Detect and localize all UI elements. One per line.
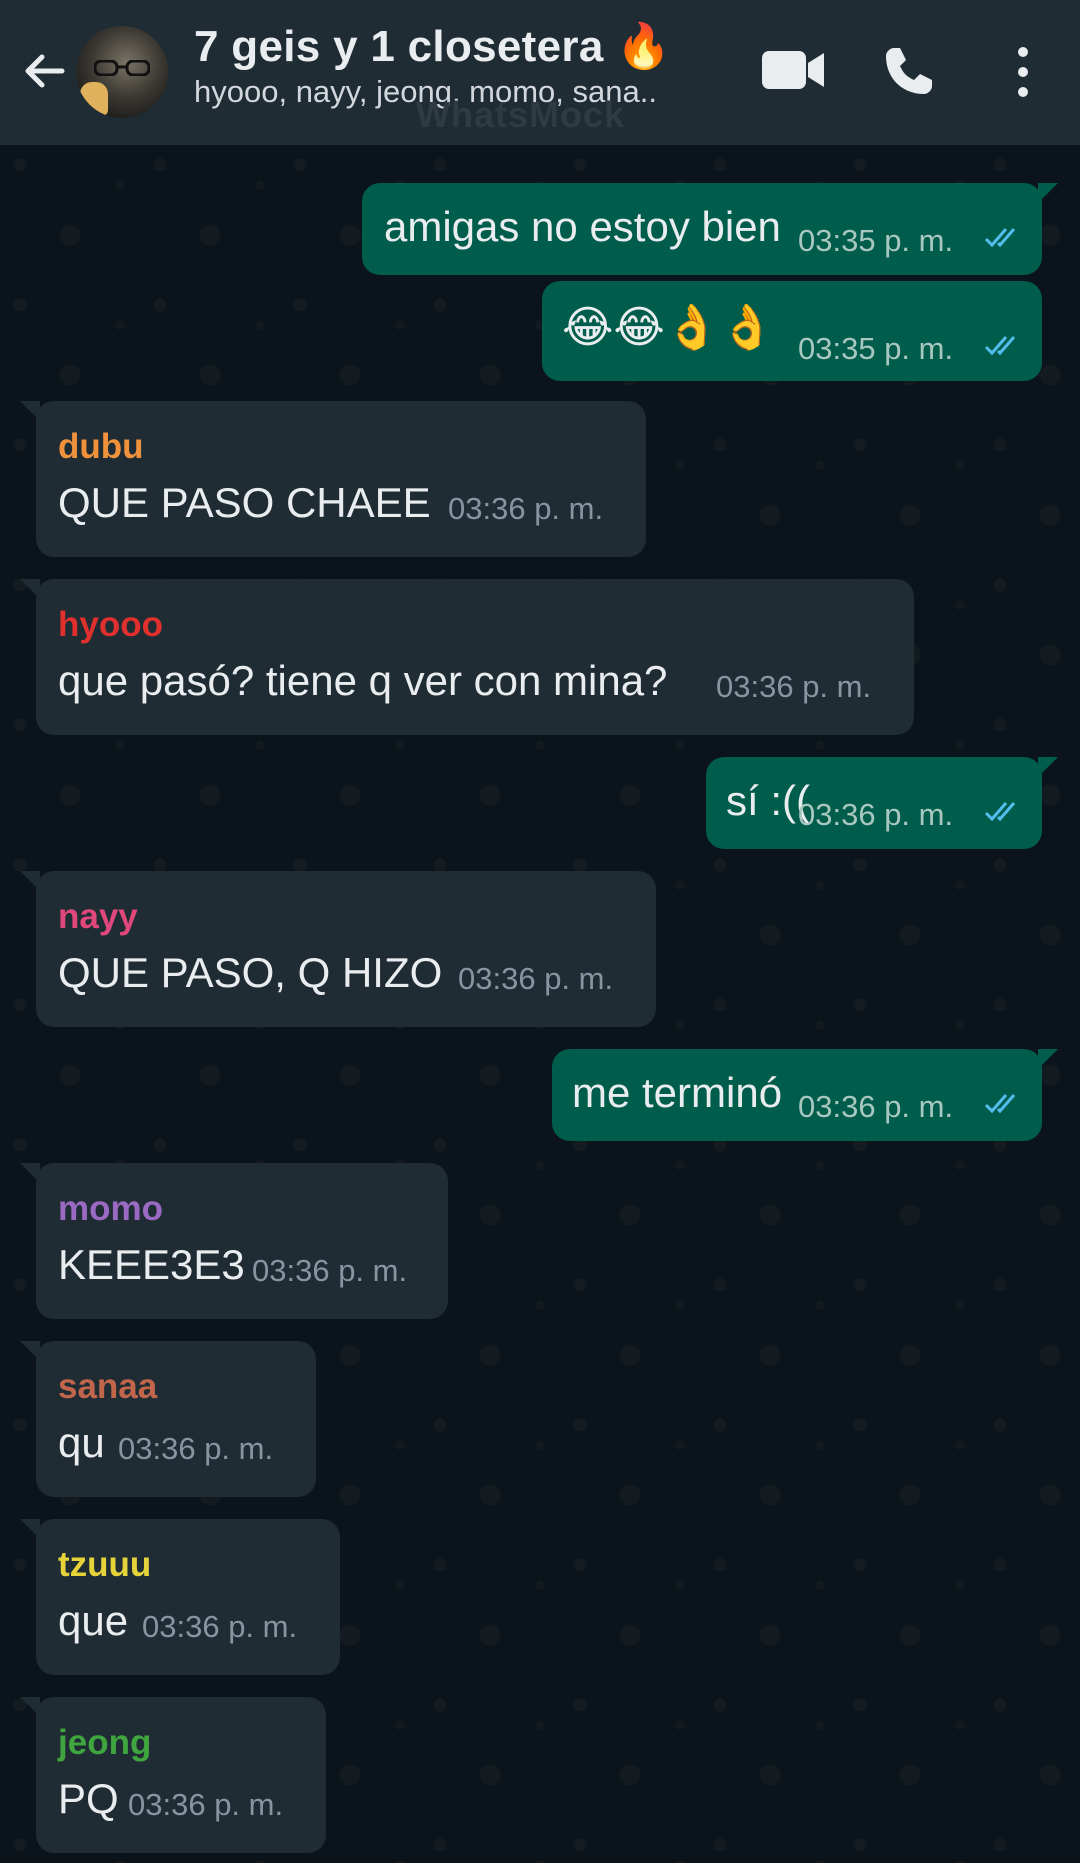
message-time: 03:36 p. m. <box>458 961 614 996</box>
message-text: 😂😂👌👌 <box>562 302 775 353</box>
sender-name: momo <box>58 1189 163 1228</box>
read-ticks-icon <box>984 802 1016 822</box>
voice-call-icon[interactable] <box>880 44 936 100</box>
incoming-message[interactable]: jeong PQ 03:36 p. m. <box>20 1697 326 1853</box>
message-text: QUE PASO CHAEE <box>58 479 431 526</box>
sender-name: jeong <box>58 1723 152 1762</box>
message-time: 03:35 p. m. <box>798 331 954 366</box>
message-text: amigas no estoy bien <box>384 203 781 250</box>
sender-name: hyooo <box>58 605 163 644</box>
message-text: qu <box>58 1419 105 1466</box>
message-time: 03:36 p. m. <box>716 669 872 704</box>
incoming-message[interactable]: sanaa qu 03:36 p. m. <box>20 1341 316 1497</box>
group-title: 7 geis y 1 closetera 🔥 <box>194 22 672 71</box>
incoming-message[interactable]: dubu QUE PASO CHAEE 03:36 p. m. <box>20 401 646 557</box>
chat-area[interactable]: amigas no estoy bien 03:35 p. m. 😂😂👌👌 03… <box>0 145 1080 1863</box>
message-time: 03:36 p. m. <box>128 1787 284 1822</box>
read-ticks-icon <box>984 336 1016 356</box>
outgoing-message[interactable]: me terminó 03:36 p. m. <box>552 1049 1058 1141</box>
read-ticks-icon <box>984 228 1016 248</box>
incoming-message[interactable]: hyooo que pasó? tiene q ver con mina? 03… <box>20 579 914 735</box>
more-options-icon[interactable] <box>1006 42 1040 102</box>
sender-name: tzuuu <box>58 1545 152 1584</box>
incoming-message[interactable]: nayy QUE PASO, Q HIZO 03:36 p. m. <box>20 871 656 1027</box>
sender-name: sanaa <box>58 1367 158 1406</box>
message-time: 03:36 p. m. <box>448 491 604 526</box>
read-ticks-icon <box>984 1094 1016 1114</box>
message-time: 03:36 p. m. <box>798 1089 954 1124</box>
outgoing-message[interactable]: 😂😂👌👌 03:35 p. m. <box>542 281 1042 381</box>
chat-header: 7 geis y 1 closetera 🔥 hyooo, nayy, jeon… <box>0 0 1080 145</box>
message-time: 03:36 p. m. <box>118 1431 274 1466</box>
message-time: 03:36 p. m. <box>252 1253 408 1288</box>
video-call-icon[interactable] <box>760 45 826 95</box>
message-text: que pasó? tiene q ver con mina? <box>58 657 668 704</box>
message-time: 03:36 p. m. <box>798 797 954 832</box>
sender-name: nayy <box>58 897 138 936</box>
message-time: 03:35 p. m. <box>798 223 954 258</box>
incoming-message[interactable]: momo KEEE3E3 03:36 p. m. <box>20 1163 448 1319</box>
incoming-message[interactable]: tzuuu que 03:36 p. m. <box>20 1519 340 1675</box>
message-text: que <box>58 1597 129 1644</box>
sender-name: dubu <box>58 427 144 466</box>
message-text: PQ <box>58 1775 119 1822</box>
message-time: 03:36 p. m. <box>142 1609 298 1644</box>
message-text: me terminó <box>572 1069 783 1116</box>
back-arrow-icon[interactable] <box>18 45 70 97</box>
watermark: WhatsMock <box>416 94 626 135</box>
message-text: QUE PASO, Q HIZO <box>58 949 443 996</box>
message-text: KEEE3E3 <box>58 1241 245 1288</box>
outgoing-message[interactable]: amigas no estoy bien 03:35 p. m. <box>362 183 1058 275</box>
outgoing-message[interactable]: sí :(( 03:36 p. m. <box>706 757 1058 849</box>
group-avatar[interactable] <box>76 26 168 118</box>
